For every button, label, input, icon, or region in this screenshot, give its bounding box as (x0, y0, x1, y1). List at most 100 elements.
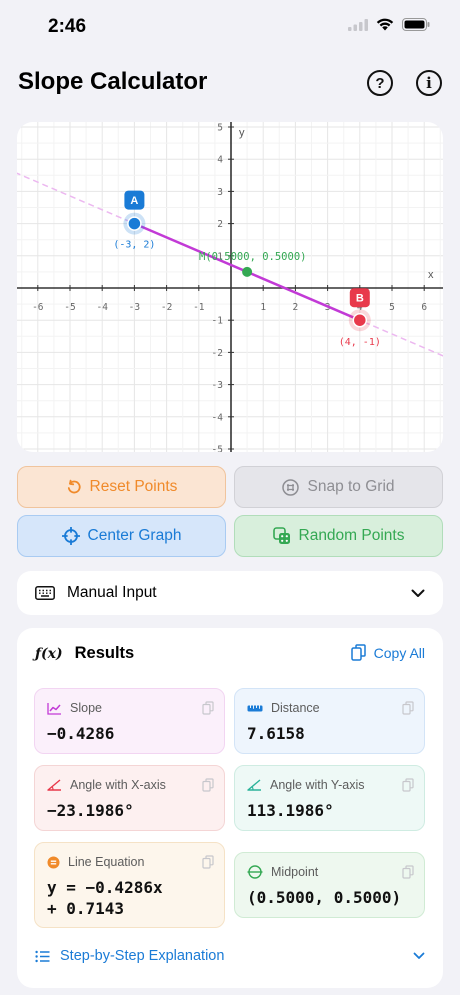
ruler-icon (247, 705, 263, 711)
angle-icon (47, 779, 61, 791)
manual-input-label: Manual Input (67, 584, 157, 601)
x-tick-label: -3 (129, 302, 140, 313)
function-icon: ƒ(x) (35, 645, 63, 662)
line-equation-line-2: + 0.7143 (47, 899, 125, 918)
midpoint-value: (0.5000, 0.5000) (247, 888, 402, 907)
line-equation-line-1: y = −0.4286x (47, 878, 163, 897)
y-tick-label: 4 (217, 155, 223, 166)
line-equation-label: Line Equation (68, 855, 145, 869)
x-tick-label: 6 (421, 302, 427, 313)
random-points-label: Random Points (298, 527, 405, 544)
midpoint-result-tile: Midpoint (0.5000, 0.5000) (234, 852, 425, 918)
copy-slope-icon[interactable] (202, 701, 214, 715)
x-tick-label: -1 (193, 302, 205, 313)
page-title: Slope Calculator (18, 68, 208, 95)
center-graph-label: Center Graph (87, 527, 182, 544)
dice-icon (272, 527, 290, 544)
distance-value: 7.6158 (247, 724, 305, 743)
x-tick-label: -5 (64, 302, 75, 313)
results-title: Results (74, 644, 135, 662)
copy-angle-x-icon[interactable] (202, 778, 214, 792)
crosshair-icon (61, 527, 80, 545)
copy-distance-icon[interactable] (402, 701, 414, 715)
help-button[interactable]: ? (367, 70, 393, 96)
status-time: 2:46 (48, 16, 87, 37)
point-b-badge-label: B (356, 293, 364, 305)
slope-value: −0.4286 (47, 724, 115, 743)
x-tick-label: 2 (293, 302, 299, 313)
distance-result-tile: Distance 7.6158 (234, 688, 425, 754)
x-tick-label: -6 (32, 302, 44, 313)
y-axis-label: y (239, 127, 245, 139)
info-circle-icon: i (426, 74, 432, 92)
wifi-icon (376, 18, 394, 31)
x-axis-label: x (428, 269, 434, 281)
question-circle-icon: ? (375, 74, 385, 92)
results-panel: ƒ(x) Results Copy All Slope −0.4286 Dist… (17, 628, 443, 988)
distance-label: Distance (271, 701, 320, 715)
info-button[interactable]: i (416, 70, 442, 96)
line-equation-result-tile: Line Equation y = −0.4286x + 0.7143 (34, 842, 225, 928)
y-tick-label: -4 (212, 412, 224, 423)
center-graph-button[interactable]: Center Graph (17, 515, 226, 557)
coordinate-plane[interactable]: xy-6-5-4-3-2-112345654321-1-2-3-4-5M(0.5… (17, 122, 443, 452)
point-b-handle (352, 312, 368, 328)
battery-icon (402, 18, 430, 31)
y-tick-label: -5 (212, 445, 223, 453)
copy-all-button[interactable]: Copy All (350, 644, 425, 661)
y-tick-label: 5 (217, 123, 223, 134)
y-tick-label: 3 (217, 187, 223, 198)
copy-midpoint-icon[interactable] (402, 865, 414, 879)
angle-x-value: −23.1986° (47, 801, 134, 820)
reset-arrow-icon (67, 479, 81, 494)
line-equation-value: y = −0.4286x + 0.7143 (47, 877, 212, 919)
point-a-coords: (-3, 2) (113, 240, 155, 251)
y-tick-label: -3 (212, 380, 223, 391)
angle-x-label: Angle with X-axis (70, 778, 166, 792)
chevron-down-icon (411, 589, 425, 597)
reset-points-button[interactable]: Reset Points (17, 466, 226, 508)
trend-chart-icon (47, 702, 61, 715)
chevron-down-icon (413, 952, 425, 959)
step-by-step-toggle[interactable]: Step-by-Step Explanation (35, 948, 425, 964)
angle-icon (247, 779, 261, 791)
equals-circle-icon (47, 856, 60, 868)
angle-y-label: Angle with Y-axis (270, 778, 365, 792)
point-a-badge-label: A (130, 195, 138, 207)
graph-canvas[interactable]: xy-6-5-4-3-2-112345654321-1-2-3-4-5M(0.5… (17, 122, 443, 452)
y-tick-label: -1 (212, 316, 224, 327)
y-tick-label: 2 (217, 219, 223, 230)
keyboard-icon (35, 586, 55, 600)
snap-to-grid-label: Snap to Grid (307, 478, 395, 495)
midpoint-marker (242, 266, 253, 277)
slope-result-tile: Slope −0.4286 (34, 688, 225, 754)
list-icon (35, 950, 50, 962)
grid-circle-icon (282, 478, 300, 496)
x-tick-label: -2 (161, 302, 172, 313)
results-header: ƒ(x) Results (35, 644, 134, 663)
angle-y-value: 113.1986° (247, 801, 334, 820)
snap-to-grid-button[interactable]: Snap to Grid (234, 466, 443, 508)
reset-points-label: Reset Points (89, 478, 178, 495)
x-tick-label: -4 (96, 302, 108, 313)
angle-y-result-tile: Angle with Y-axis 113.1986° (234, 765, 425, 831)
point-a-handle (127, 216, 142, 231)
x-tick-label: 1 (260, 302, 266, 313)
angle-x-result-tile: Angle with X-axis −23.1986° (34, 765, 225, 831)
midpoint-label: Midpoint (271, 865, 319, 879)
random-points-button[interactable]: Random Points (234, 515, 443, 557)
point-b-coords: (4, -1) (339, 337, 381, 348)
midpoint-label: M(0.5000, 0.5000) (199, 251, 306, 263)
status-bar: 2:46 (0, 0, 460, 52)
cellular-signal-icon (348, 18, 368, 31)
x-tick-label: 5 (389, 302, 395, 313)
manual-input-toggle[interactable]: Manual Input (17, 571, 443, 615)
midpoint-circle-icon (247, 865, 263, 879)
copy-all-label: Copy All (373, 644, 425, 661)
slope-label: Slope (70, 701, 102, 715)
y-tick-label: -2 (212, 348, 223, 359)
copy-equation-icon[interactable] (202, 855, 214, 869)
copy-icon (350, 644, 366, 661)
copy-angle-y-icon[interactable] (402, 778, 414, 792)
status-icons (348, 18, 430, 31)
